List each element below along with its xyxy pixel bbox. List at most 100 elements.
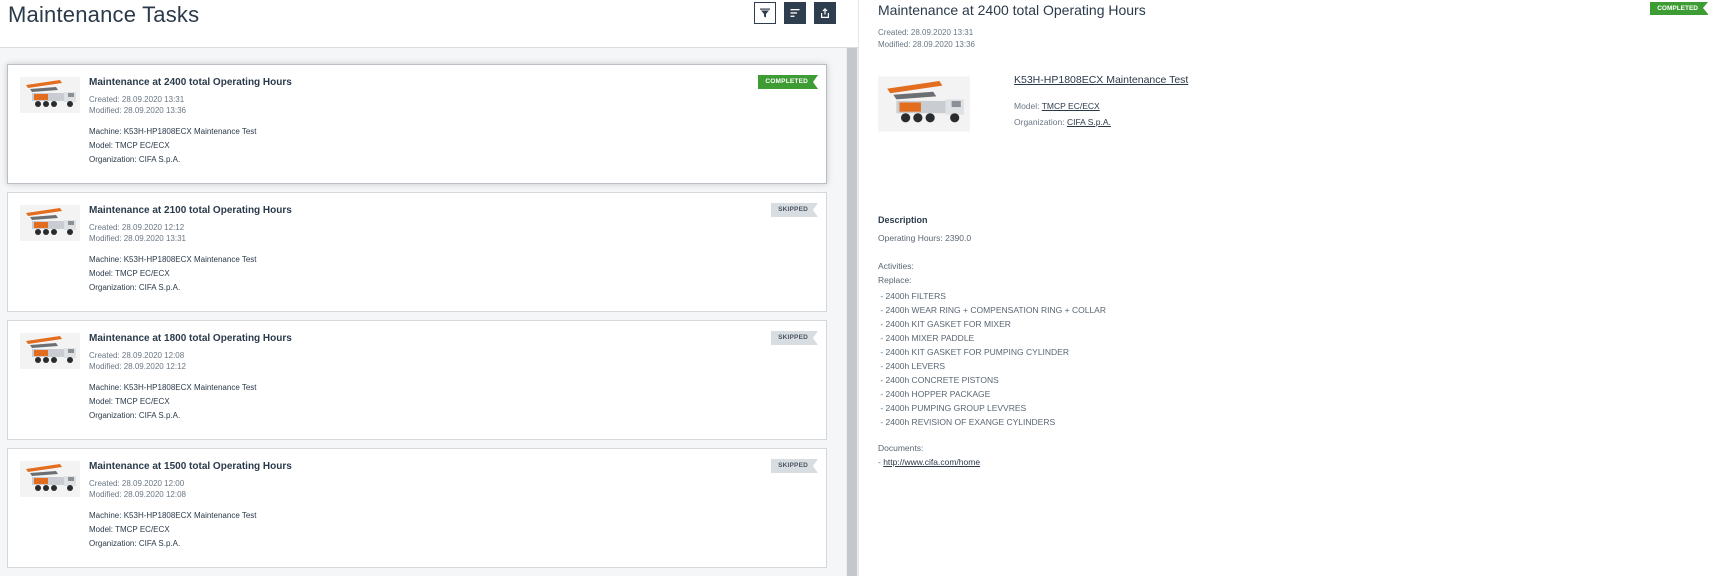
activity-item: - 2400h KIT GASKET FOR MIXER <box>878 319 1011 329</box>
machine-link[interactable]: K53H-HP1808ECX Maintenance Test <box>1014 74 1188 86</box>
filter-icon <box>760 8 770 18</box>
machine-value: K53H-HP1808ECX Maintenance Test <box>123 383 257 392</box>
model-value: TMCP EC/ECX <box>115 269 170 278</box>
organization-label: Organization: <box>1014 117 1065 127</box>
model-label: Model: <box>1014 101 1040 111</box>
modified-value: 28.09.2020 12:08 <box>123 490 186 499</box>
model-row: Model: TMCP EC/ECX <box>89 141 170 150</box>
activities-label: Activities: <box>878 261 914 271</box>
organization-value: CIFA S.p.A. <box>138 283 181 292</box>
status-badge: SKIPPED <box>771 203 818 217</box>
machine-row: Machine: K53H-HP1808ECX Maintenance Test <box>89 255 257 264</box>
activity-item: - 2400h FILTERS <box>878 291 946 301</box>
organization-value: CIFA S.p.A. <box>138 155 181 164</box>
sort-icon <box>790 9 800 17</box>
activity-item: - 2400h KIT GASKET FOR PUMPING CYLINDER <box>878 347 1069 357</box>
machine-label: Machine: <box>89 383 122 392</box>
scrollbar-thumb[interactable] <box>847 48 857 576</box>
model-value: TMCP EC/ECX <box>115 397 170 406</box>
created-value: 28.09.2020 12:00 <box>121 479 185 488</box>
export-button[interactable] <box>814 2 836 24</box>
list-scrollbar[interactable] <box>846 48 858 576</box>
modified-row: Modified: 28.09.2020 12:08 <box>89 490 186 499</box>
organization-row: Organization: CIFA S.p.A. <box>89 411 180 420</box>
status-badge: SKIPPED <box>771 459 818 473</box>
organization-label: Organization: <box>89 411 137 420</box>
page-title: Maintenance Tasks <box>8 2 200 27</box>
modified-label: Modified: <box>89 362 122 371</box>
sort-button[interactable] <box>784 2 806 24</box>
task-list[interactable]: Maintenance at 2400 total Operating Hour… <box>0 48 846 576</box>
organization-label: Organization: <box>89 155 137 164</box>
machine-thumbnail <box>20 77 80 113</box>
detail-modified: Modified: 28.09.2020 13:36 <box>878 40 975 49</box>
created-label: Created: <box>89 95 120 104</box>
status-badge: SKIPPED <box>771 331 818 345</box>
organization-row: Organization: CIFA S.p.A. <box>89 283 180 292</box>
machine-label: Machine: <box>89 127 122 136</box>
machine-value: K53H-HP1808ECX Maintenance Test <box>123 255 257 264</box>
created-row: Created: 28.09.2020 13:31 <box>89 95 184 104</box>
activities-list: - 2400h FILTERS - 2400h WEAR RING + COMP… <box>878 289 1106 429</box>
modified-value: 28.09.2020 13:31 <box>123 234 186 243</box>
task-card[interactable]: Maintenance at 2100 total Operating Hour… <box>7 192 827 312</box>
replace-label: Replace: <box>878 275 912 285</box>
activity-item: - 2400h MIXER PADDLE <box>878 333 975 343</box>
organization-label: Organization: <box>89 539 137 548</box>
detail-title: Maintenance at 2400 total Operating Hour… <box>878 2 1146 18</box>
detail-org-row: Organization: CIFA S.p.A. <box>1014 117 1111 127</box>
export-icon <box>821 8 829 18</box>
activity-item: - 2400h HOPPER PACKAGE <box>878 389 991 399</box>
organization-row: Organization: CIFA S.p.A. <box>89 539 180 548</box>
task-detail-pane: Maintenance at 2400 total Operating Hour… <box>859 0 1717 576</box>
machine-value: K53H-HP1808ECX Maintenance Test <box>123 127 257 136</box>
modified-row: Modified: 28.09.2020 13:31 <box>89 234 186 243</box>
model-row: Model: TMCP EC/ECX <box>89 525 170 534</box>
organization-row: Organization: CIFA S.p.A. <box>89 155 180 164</box>
model-label: Model: <box>89 141 114 150</box>
machine-value: K53H-HP1808ECX Maintenance Test <box>123 511 257 520</box>
created-row: Created: 28.09.2020 12:00 <box>89 479 184 488</box>
created-row: Created: 28.09.2020 12:08 <box>89 351 184 360</box>
model-row: Model: TMCP EC/ECX <box>89 397 170 406</box>
task-card[interactable]: Maintenance at 2400 total Operating Hour… <box>7 64 827 184</box>
list-header: Maintenance Tasks <box>0 0 860 48</box>
modified-row: Modified: 28.09.2020 12:12 <box>89 362 186 371</box>
document-link[interactable]: http://www.cifa.com/home <box>883 457 980 467</box>
detail-created: Created: 28.09.2020 13:31 <box>878 28 974 37</box>
activity-item: - 2400h REVISION OF EXANGE CYLINDERS <box>878 417 1056 427</box>
model-label: Model: <box>89 397 114 406</box>
documents-label: Documents: <box>878 443 924 453</box>
created-row: Created: 28.09.2020 12:12 <box>89 223 184 232</box>
operating-hours: Operating Hours: 2390.0 <box>878 233 972 243</box>
filter-button[interactable] <box>754 2 776 24</box>
created-value: 28.09.2020 12:12 <box>121 223 185 232</box>
organization-value: CIFA S.p.A. <box>138 539 181 548</box>
created-value: 28.09.2020 13:31 <box>121 95 185 104</box>
machine-thumbnail <box>20 461 80 497</box>
model-label: Model: <box>89 525 114 534</box>
task-title: Maintenance at 2100 total Operating Hour… <box>89 205 292 216</box>
description-heading: Description <box>878 215 928 225</box>
machine-row: Machine: K53H-HP1808ECX Maintenance Test <box>89 511 257 520</box>
activity-item: - 2400h WEAR RING + COMPENSATION RING + … <box>878 305 1106 315</box>
activity-item: - 2400h LEVERS <box>878 361 946 371</box>
modified-label: Modified: <box>89 234 122 243</box>
activity-item: - 2400h CONCRETE PISTONS <box>878 375 999 385</box>
organization-value: CIFA S.p.A. <box>138 411 181 420</box>
machine-thumbnail <box>20 333 80 369</box>
task-card[interactable]: Maintenance at 1800 total Operating Hour… <box>7 320 827 440</box>
model-label: Model: <box>89 269 114 278</box>
organization-link[interactable]: CIFA S.p.A. <box>1067 117 1111 127</box>
task-card[interactable]: Maintenance at 1500 total Operating Hour… <box>7 448 827 568</box>
detail-status-badge: COMPLETED <box>1650 2 1708 15</box>
model-link[interactable]: TMCP EC/ECX <box>1042 101 1100 111</box>
created-label: Created: <box>89 223 120 232</box>
created-value: 28.09.2020 12:08 <box>121 351 185 360</box>
machine-row: Machine: K53H-HP1808ECX Maintenance Test <box>89 383 257 392</box>
modified-label: Modified: <box>89 106 122 115</box>
machine-label: Machine: <box>89 511 122 520</box>
model-value: TMCP EC/ECX <box>115 141 170 150</box>
task-title: Maintenance at 1500 total Operating Hour… <box>89 461 292 472</box>
document-row: - http://www.cifa.com/home <box>878 457 980 467</box>
